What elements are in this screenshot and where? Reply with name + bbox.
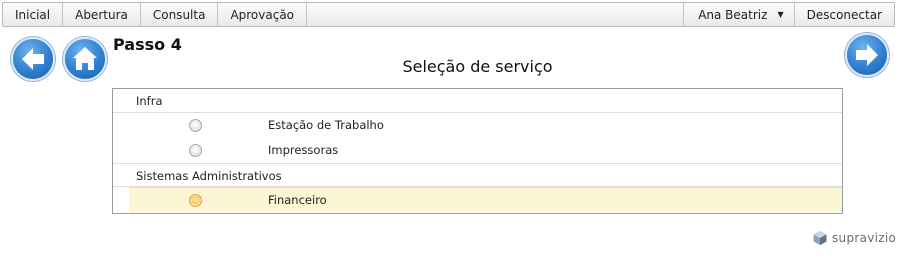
option-financeiro[interactable]: Financeiro	[129, 187, 842, 212]
user-name: Ana Beatriz	[698, 7, 768, 22]
radio-button-icon[interactable]	[189, 194, 202, 207]
page-title: Seleção de serviço	[402, 57, 553, 76]
top-menu-bar: Inicial Abertura Consulta Aprovação Ana …	[2, 2, 895, 27]
supravizio-cube-icon	[813, 231, 827, 245]
menu-item-aprovacao[interactable]: Aprovação	[218, 3, 308, 26]
option-label: Impressoras	[268, 143, 339, 157]
user-menu[interactable]: Ana Beatriz ▼	[683, 3, 793, 26]
option-label: Financeiro	[268, 193, 327, 207]
option-estacao-de-trabalho[interactable]: Estação de Trabalho	[129, 113, 842, 138]
logo-text: supravizio	[832, 231, 897, 245]
option-label: Estação de Trabalho	[268, 118, 384, 132]
step-title: Passo 4	[113, 35, 182, 54]
group-label-infra: Infra	[113, 89, 842, 113]
menu-item-abertura[interactable]: Abertura	[63, 3, 141, 26]
radio-button-icon[interactable]	[189, 119, 202, 132]
logout-button[interactable]: Desconectar	[793, 3, 894, 26]
supravizio-logo: supravizio	[812, 230, 896, 246]
group-label-sistemas-administrativos: Sistemas Administrativos	[113, 163, 842, 187]
menu-spacer	[307, 3, 683, 26]
radio-button-icon[interactable]	[189, 144, 202, 157]
menu-item-consulta[interactable]: Consulta	[141, 3, 219, 26]
service-selection-panel: Infra Estação de Trabalho Impressoras Si…	[112, 88, 843, 214]
menu-item-inicial[interactable]: Inicial	[3, 3, 64, 26]
caret-down-icon: ▼	[777, 10, 784, 19]
option-impressoras[interactable]: Impressoras	[129, 138, 842, 163]
